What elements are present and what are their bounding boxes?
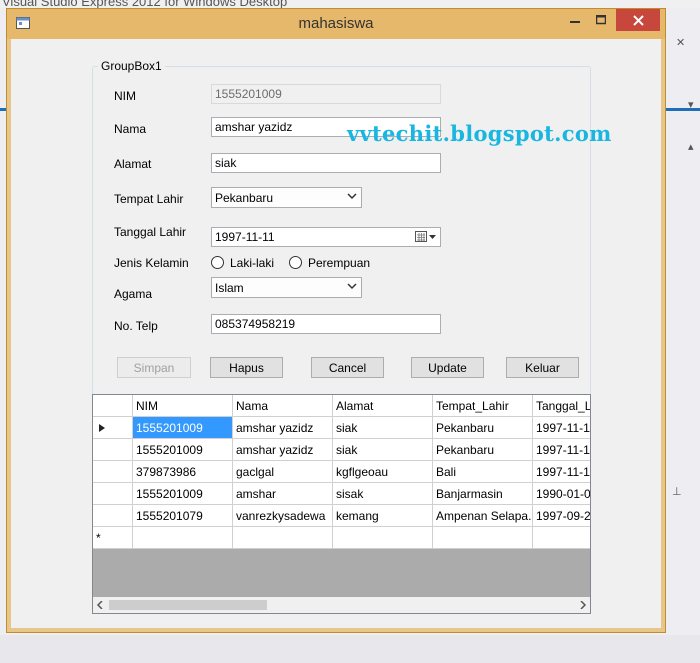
cancel-button[interactable]: Cancel: [311, 357, 384, 378]
watermark-text: vvtechit.blogspot.com: [347, 121, 612, 146]
grid-cell[interactable]: kgflgeoau: [333, 461, 433, 483]
laki-laki-label[interactable]: Laki-laki: [230, 256, 274, 270]
ide-right-panel: [666, 8, 700, 663]
group-box-label: GroupBox1: [98, 59, 165, 73]
nama-label: Nama: [114, 122, 147, 136]
keluar-button[interactable]: Keluar: [506, 357, 579, 378]
ide-scroll-up-icon[interactable]: ▴: [688, 140, 694, 153]
grid-corner-header[interactable]: [93, 395, 133, 417]
grid-cell[interactable]: siak: [333, 439, 433, 461]
laki-laki-radio[interactable]: [211, 256, 224, 269]
scroll-thumb[interactable]: [109, 600, 267, 610]
horizontal-scrollbar[interactable]: [93, 597, 590, 613]
update-button[interactable]: Update: [411, 357, 484, 378]
chevron-down-icon: [347, 283, 357, 290]
calendar-dropdown-icon[interactable]: [415, 231, 437, 243]
ide-dropdown-icon[interactable]: ▾: [688, 98, 694, 111]
ide-pushpin-icon[interactable]: ⊥: [672, 485, 682, 498]
tanggal-lahir-label: Tanggal Lahir: [114, 225, 187, 239]
perempuan-radio[interactable]: [289, 256, 302, 269]
grid-cell[interactable]: amshar yazidz: [233, 417, 333, 439]
tempat-lahir-label: Tempat Lahir: [114, 192, 184, 206]
grid-cell[interactable]: 1997-11-11: [533, 439, 590, 461]
grid-column-header[interactable]: Tempat_Lahir: [433, 395, 533, 417]
grid-cell[interactable]: Pekanbaru: [433, 417, 533, 439]
grid-cell[interactable]: 1990-01-01: [533, 483, 590, 505]
alamat-field[interactable]: siak: [211, 153, 441, 173]
minimize-button[interactable]: [562, 9, 588, 31]
data-grid[interactable]: NIM Nama Alamat Tempat_Lahir Tanggal_L 155520…: [92, 394, 591, 614]
close-button[interactable]: [616, 9, 660, 31]
tanggal-lahir-picker[interactable]: 1997-11-11: [211, 227, 441, 247]
hapus-button[interactable]: Hapus: [210, 357, 283, 378]
perempuan-label[interactable]: Perempuan: [308, 256, 370, 270]
agama-select[interactable]: Islam: [211, 277, 362, 298]
ide-pin-icon[interactable]: ✕: [676, 36, 685, 49]
grid-cell[interactable]: 1997-09-25: [533, 505, 590, 527]
grid-cell[interactable]: 1555201009: [133, 417, 233, 439]
grid-column-header[interactable]: Tanggal_L: [533, 395, 590, 417]
grid-new-row-header[interactable]: *: [93, 527, 133, 549]
grid-cell[interactable]: Bali: [433, 461, 533, 483]
grid-cell[interactable]: Ampenan Selapa...: [433, 505, 533, 527]
grid-cell[interactable]: amshar yazidz: [233, 439, 333, 461]
grid-cell[interactable]: Banjarmasin: [433, 483, 533, 505]
grid-row-header[interactable]: [93, 505, 133, 527]
chevron-down-icon: [347, 193, 357, 200]
ide-right-accent: [666, 108, 700, 111]
ide-bottom-panel: [0, 635, 700, 663]
grid-cell[interactable]: 379873986: [133, 461, 233, 483]
grid-cell[interactable]: gaclgal: [233, 461, 333, 483]
grid-column-header[interactable]: NIM: [133, 395, 233, 417]
scroll-left-icon[interactable]: [96, 601, 104, 609]
grid-column-header[interactable]: Nama: [233, 395, 333, 417]
grid-new-row-cell[interactable]: [333, 527, 433, 549]
jenis-kelamin-label: Jenis Kelamin: [114, 256, 189, 270]
grid-cell[interactable]: Pekanbaru: [433, 439, 533, 461]
grid-cell[interactable]: vanrezkysadewa: [233, 505, 333, 527]
grid-column-header[interactable]: Alamat: [333, 395, 433, 417]
grid-new-row-cell[interactable]: [533, 527, 590, 549]
agama-value: Islam: [215, 281, 244, 295]
grid-cell[interactable]: siak: [333, 417, 433, 439]
title-bar[interactable]: mahasiswa: [7, 9, 665, 39]
nim-label: NIM: [114, 89, 136, 103]
agama-label: Agama: [114, 287, 153, 301]
grid-cell[interactable]: 1997-11-11: [533, 461, 590, 483]
grid-row-header[interactable]: [93, 439, 133, 461]
nim-field[interactable]: 1555201009: [211, 84, 441, 104]
grid-new-row-cell[interactable]: [233, 527, 333, 549]
maximize-button[interactable]: [588, 9, 614, 31]
tempat-lahir-value: Pekanbaru: [215, 191, 274, 205]
ide-title: Visual Studio Express 2012 for Windows D…: [2, 0, 288, 9]
grid-cell[interactable]: sisak: [333, 483, 433, 505]
form-window: mahasiswa GroupBox1 NIM 1555201009 Nama …: [6, 8, 666, 633]
tanggal-lahir-value: 1997-11-11: [215, 230, 275, 244]
close-icon: [632, 14, 644, 26]
grid-cell[interactable]: 1555201009: [133, 439, 233, 461]
telp-field[interactable]: 085374958219: [211, 314, 441, 334]
grid-new-row-cell[interactable]: [433, 527, 533, 549]
alamat-label: Alamat: [114, 157, 152, 171]
grid-cell[interactable]: 1555201009: [133, 483, 233, 505]
current-row-icon: [99, 424, 105, 432]
grid-cell[interactable]: amshar: [233, 483, 333, 505]
minimize-icon: [570, 21, 580, 23]
grid-new-row-cell[interactable]: [133, 527, 233, 549]
telp-label: No. Telp: [114, 319, 158, 333]
tempat-lahir-select[interactable]: Pekanbaru: [211, 187, 362, 208]
grid-row-header[interactable]: [93, 461, 133, 483]
simpan-button[interactable]: Simpan: [117, 357, 191, 378]
grid-cell[interactable]: kemang: [333, 505, 433, 527]
grid-cell[interactable]: 1997-11-11: [533, 417, 590, 439]
grid-cell[interactable]: 1555201079: [133, 505, 233, 527]
grid-row-header[interactable]: [93, 417, 133, 439]
grid-row-header[interactable]: [93, 483, 133, 505]
scroll-right-icon[interactable]: [579, 601, 587, 609]
maximize-icon: [596, 15, 606, 25]
